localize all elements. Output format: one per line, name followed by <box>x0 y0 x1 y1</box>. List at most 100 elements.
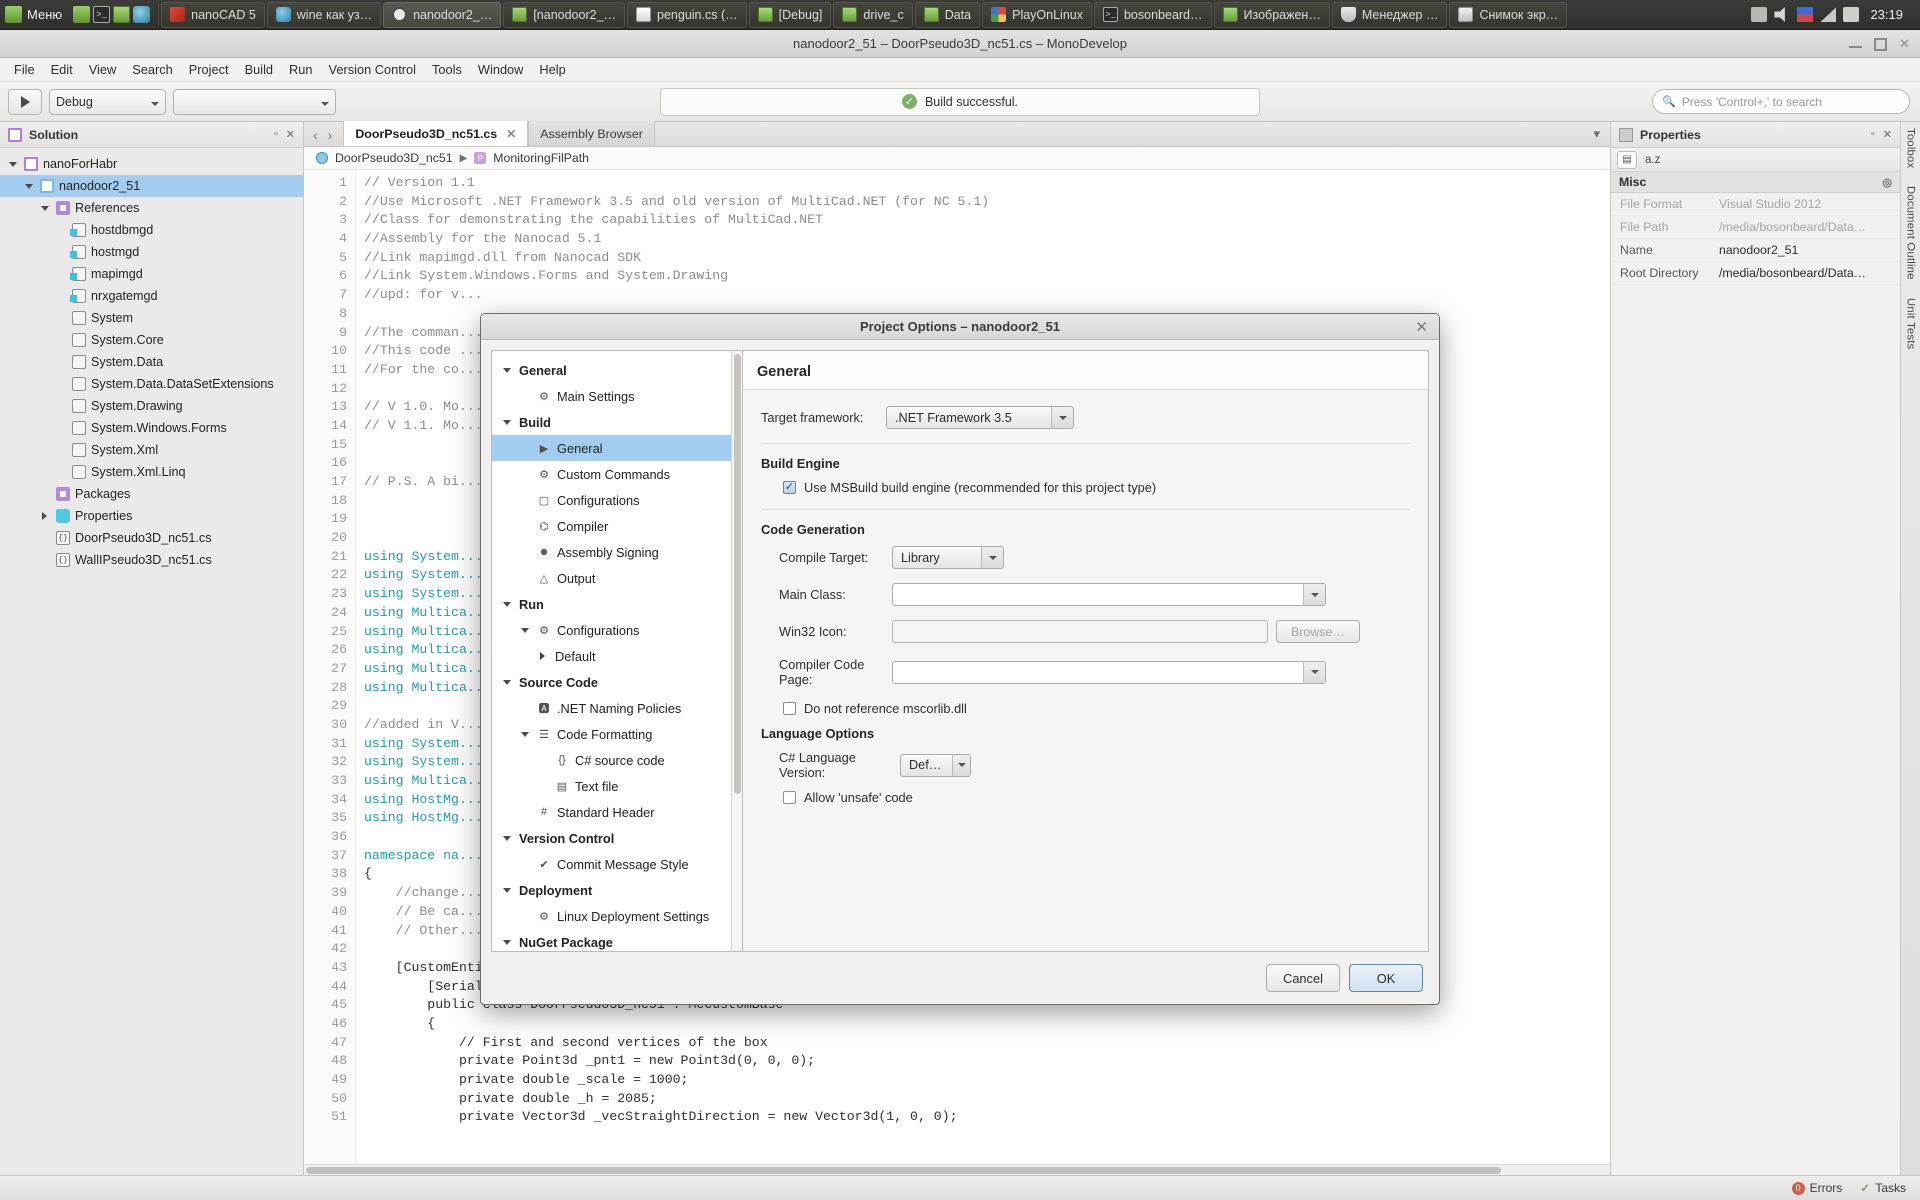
twisty-down-icon[interactable] <box>518 628 531 633</box>
main-class-select[interactable] <box>892 583 1326 606</box>
menu-item-run[interactable]: Run <box>281 59 320 80</box>
global-search-box[interactable]: 🔍 Press 'Control+,' to search <box>1652 89 1910 114</box>
editor-tab-0[interactable]: DoorPseudo3D_nc51.cs✕ <box>343 121 528 146</box>
property-row[interactable]: File FormatVisual Studio 2012 <box>1611 193 1900 216</box>
minimize-pad-icon[interactable]: ▫ <box>274 128 278 141</box>
power-icon[interactable] <box>1843 7 1859 22</box>
twisty-right-icon[interactable] <box>536 652 549 660</box>
ok-button[interactable]: OK <box>1349 964 1423 992</box>
forward-icon[interactable]: › <box>328 127 333 143</box>
options-tree-item-18[interactable]: Version Control <box>492 825 731 851</box>
browse-button[interactable]: Browse… <box>1276 620 1360 643</box>
menu-item-file[interactable]: File <box>6 59 43 80</box>
errors-status[interactable]: 0 Errors <box>1792 1181 1843 1195</box>
property-row[interactable]: File Path/media/bosonbeard/Data… <box>1611 216 1900 239</box>
options-tree-item-17[interactable]: #Standard Header <box>492 799 731 825</box>
twisty-down-icon[interactable] <box>22 184 35 189</box>
solution-tree-row[interactable]: System.Data.DataSetExtensions <box>0 373 303 395</box>
solution-tree-row[interactable]: nanodoor2_51 <box>0 175 303 197</box>
options-tree-item-11[interactable]: Default <box>492 643 731 669</box>
win32-icon-input[interactable] <box>892 620 1268 643</box>
mscorlib-checkbox-row[interactable]: Do not reference mscorlib.dll <box>783 701 1410 716</box>
menu-item-tools[interactable]: Tools <box>424 59 470 80</box>
options-tree-item-14[interactable]: ☰Code Formatting <box>492 721 731 747</box>
property-row[interactable]: Namenanodoor2_51 <box>1611 239 1900 262</box>
solution-tree-row[interactable]: Properties <box>0 505 303 527</box>
tasks-status[interactable]: ✓ Tasks <box>1860 1181 1906 1195</box>
breadcrumb-member[interactable]: MonitoringFilPath <box>493 151 589 165</box>
target-framework-select[interactable]: .NET Framework 3.5 <box>886 406 1074 429</box>
options-tree-item-7[interactable]: ✹Assembly Signing <box>492 539 731 565</box>
options-tree-item-15[interactable]: {}C# source code <box>492 747 731 773</box>
close-icon[interactable]: ✕ <box>506 127 516 141</box>
close-pad-icon[interactable]: ✕ <box>286 128 295 141</box>
minimize-icon[interactable] <box>1849 40 1862 48</box>
menu-item-build[interactable]: Build <box>237 59 281 80</box>
twisty-down-icon[interactable] <box>518 732 531 737</box>
tab-overflow-icon[interactable]: ▾ <box>1593 126 1610 146</box>
taskbar-task-11[interactable]: Менеджер … <box>1332 2 1448 28</box>
volume-icon[interactable] <box>1774 7 1790 22</box>
category-view-button[interactable]: ▤ <box>1617 151 1637 169</box>
options-tree-item-4[interactable]: ⚙Custom Commands <box>492 461 731 487</box>
twisty-down-icon[interactable] <box>38 206 51 211</box>
options-tree-item-22[interactable]: NuGet Package <box>492 929 731 952</box>
breadcrumb-class[interactable]: DoorPseudo3D_nc51 <box>335 151 453 165</box>
solution-tree-row[interactable]: System.Data <box>0 351 303 373</box>
twisty-down-icon[interactable] <box>500 888 513 893</box>
menu-item-project[interactable]: Project <box>181 59 237 80</box>
back-icon[interactable]: ‹ <box>313 127 318 143</box>
twisty-right-icon[interactable] <box>38 512 51 520</box>
options-tree-item-12[interactable]: Source Code <box>492 669 731 695</box>
twisty-down-icon[interactable] <box>500 368 513 373</box>
close-icon[interactable]: ✕ <box>1415 318 1428 336</box>
options-tree-item-20[interactable]: Deployment <box>492 877 731 903</box>
twisty-down-icon[interactable] <box>500 680 513 685</box>
taskbar-task-3[interactable]: [nanodoor2_… <box>503 2 625 28</box>
options-tree-item-16[interactable]: ▤Text file <box>492 773 731 799</box>
options-tree-item-5[interactable]: ▢Configurations <box>492 487 731 513</box>
menu-item-help[interactable]: Help <box>531 59 573 80</box>
vertical-tab-document-outline[interactable]: Document Outline <box>1905 186 1917 280</box>
platform-selector[interactable] <box>173 89 336 115</box>
taskbar-task-1[interactable]: wine как уз… <box>267 2 381 28</box>
options-tree-item-1[interactable]: ⚙Main Settings <box>492 383 731 409</box>
editor-tab-1[interactable]: Assembly Browser <box>528 121 655 146</box>
compiler-code-page-select[interactable] <box>892 661 1326 684</box>
menu-item-version-control[interactable]: Version Control <box>321 59 425 80</box>
clock-label[interactable]: 23:19 <box>1866 7 1912 22</box>
csharp-version-select[interactable]: Default <box>900 754 971 777</box>
taskbar-task-2[interactable]: nanodoor2_… <box>383 2 501 28</box>
close-icon[interactable]: ✕ <box>1899 38 1912 51</box>
taskbar-task-4[interactable]: penguin.cs (… <box>627 2 747 28</box>
folder-icon[interactable] <box>113 6 130 23</box>
options-tree-item-9[interactable]: Run <box>492 591 731 617</box>
vertical-tab-unit-tests[interactable]: Unit Tests <box>1905 298 1917 349</box>
menu-item-search[interactable]: Search <box>124 59 181 80</box>
cancel-button[interactable]: Cancel <box>1266 964 1340 992</box>
options-tree-item-21[interactable]: ⚙Linux Deployment Settings <box>492 903 731 929</box>
taskbar-task-5[interactable]: [Debug] <box>749 2 832 28</box>
solution-tree-row[interactable]: System.Xml.Linq <box>0 461 303 483</box>
solution-tree-row[interactable]: Packages <box>0 483 303 505</box>
solution-tree-row[interactable]: mapimgd <box>0 263 303 285</box>
solution-tree-row[interactable]: nanoForHabr <box>0 153 303 175</box>
archive-icon[interactable] <box>1751 7 1767 22</box>
menu-item-window[interactable]: Window <box>470 59 532 80</box>
minimize-pad-icon[interactable]: ▫ <box>1871 128 1875 141</box>
twisty-down-icon[interactable] <box>500 836 513 841</box>
compile-target-select[interactable]: Library <box>892 546 1004 569</box>
network-icon[interactable] <box>1820 7 1836 22</box>
sort-alpha-label[interactable]: a.z <box>1645 154 1660 166</box>
options-tree-item-0[interactable]: General <box>492 357 731 383</box>
close-pad-icon[interactable]: ✕ <box>1883 128 1892 141</box>
options-tree-item-13[interactable]: 🅰.NET Naming Policies <box>492 695 731 721</box>
flag-icon[interactable] <box>1797 7 1813 22</box>
help-icon[interactable]: ◎ <box>1882 176 1892 189</box>
solution-tree-row[interactable]: hostmgd <box>0 241 303 263</box>
solution-tree-row[interactable]: nrxgatemgd <box>0 285 303 307</box>
unsafe-checkbox-row[interactable]: Allow 'unsafe' code <box>783 790 1410 805</box>
msbuild-checkbox-row[interactable]: Use MSBuild build engine (recommended fo… <box>783 480 1410 495</box>
solution-tree-row[interactable]: {}DoorPseudo3D_nc51.cs <box>0 527 303 549</box>
property-row[interactable]: Root Directory/media/bosonbeard/Data… <box>1611 262 1900 285</box>
